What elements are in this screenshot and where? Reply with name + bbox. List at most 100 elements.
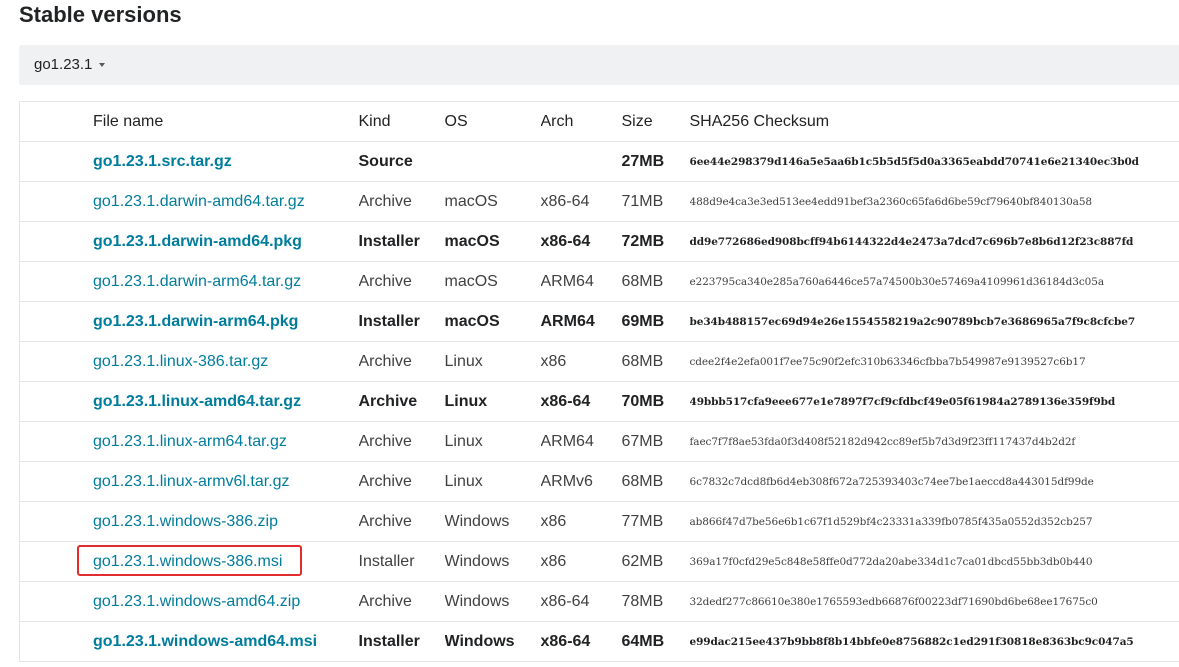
file-download-link[interactable]: go1.23.1.linux-arm64.tar.gz <box>93 433 287 450</box>
checksum-text: 488d9e4ca3e3ed513ee4edd91bef3a2360c65fa6… <box>689 195 1093 208</box>
version-label: go1.23.1 <box>34 56 93 73</box>
arch-cell: x86-64 <box>540 221 622 262</box>
checksum-text: faec7f7f8ae53fda0f3d408f52182d942cc89ef5… <box>689 435 1076 448</box>
size-cell: 67MB <box>621 421 690 462</box>
kind-text: Archive <box>358 512 412 530</box>
kind-cell: Archive <box>358 501 445 542</box>
kind-text: Installer <box>358 312 420 330</box>
size-text: 77MB <box>621 512 664 530</box>
kind-text: Archive <box>358 392 418 410</box>
os-cell: Windows <box>444 541 541 582</box>
size-cell: 62MB <box>621 541 690 582</box>
arch-text: x86 <box>540 512 567 530</box>
checksum-cell: be34b488157ec69d94e26e1554558219a2c90789… <box>689 301 1179 342</box>
size-text: 78MB <box>621 592 664 610</box>
checksum-cell: 32dedf277c86610e380e1765593edb66876f0022… <box>689 581 1179 622</box>
page-title: Stable versions <box>19 2 182 27</box>
table-row: go1.23.1.linux-armv6l.tar.gz Archive Linux… <box>19 461 1179 502</box>
os-text: Linux <box>444 352 483 370</box>
kind-text: Installer <box>358 232 420 250</box>
file-name-cell: go1.23.1.src.tar.gz <box>19 141 359 182</box>
checksum-text: 369a17f0cfd29e5c848e58ffe0d772da20abe334… <box>689 555 1093 568</box>
checksum-text: e99dac215ee437b9bb8f8b14bbfe0e8756882c1e… <box>689 635 1134 648</box>
os-cell: Linux <box>444 461 541 502</box>
version-toggle[interactable]: go1.23.1 <box>34 45 106 85</box>
os-cell: Windows <box>444 621 541 662</box>
table-row: go1.23.1.windows-amd64.msi Installer Windo… <box>19 621 1179 662</box>
file-download-link[interactable]: go1.23.1.src.tar.gz <box>93 153 232 170</box>
header-size: Size <box>621 101 690 142</box>
size-text: 68MB <box>621 472 664 490</box>
size-text: 62MB <box>621 552 664 570</box>
checksum-text: 6c7832c7dcd8fb6d4eb308f672a725393403c74e… <box>689 475 1094 488</box>
os-text: Linux <box>444 432 483 450</box>
size-cell: 77MB <box>621 501 690 542</box>
kind-cell: Installer <box>358 301 445 342</box>
file-name-cell: go1.23.1.darwin-amd64.pkg <box>19 221 359 262</box>
checksum-text: 49bbb517cfa9eee677e1e7897f7cf9cfdbcf49e0… <box>689 395 1116 408</box>
checksum-text: 6ee44e298379d146a5e5aa6b1c5b5d5f5d0a3365… <box>689 155 1140 168</box>
arch-text: ARMv6 <box>540 472 593 490</box>
kind-cell: Source <box>358 141 445 182</box>
checksum-cell: faec7f7f8ae53fda0f3d408f52182d942cc89ef5… <box>689 421 1179 462</box>
arch-cell: x86-64 <box>540 181 622 222</box>
size-cell: 71MB <box>621 181 690 222</box>
arch-cell: x86-64 <box>540 581 622 622</box>
size-text: 72MB <box>621 232 665 250</box>
file-download-link[interactable]: go1.23.1.windows-386.zip <box>93 513 278 530</box>
arch-cell <box>540 141 622 182</box>
checksum-text: dd9e772686ed908bcff94b6144322d4e2473a7dc… <box>689 235 1134 248</box>
table-row: go1.23.1.linux-arm64.tar.gz Archive Linux A… <box>19 421 1179 462</box>
file-name-cell: go1.23.1.windows-amd64.zip <box>19 581 359 622</box>
kind-cell: Archive <box>358 381 445 422</box>
size-text: 68MB <box>621 272 664 290</box>
table-row: go1.23.1.darwin-amd64.tar.gz Archive macOS… <box>19 181 1179 222</box>
file-download-link[interactable]: go1.23.1.linux-386.tar.gz <box>93 353 268 370</box>
os-cell: Windows <box>444 581 541 622</box>
table-row: go1.23.1.src.tar.gz Source 27MB 6ee44e29837… <box>19 141 1179 182</box>
size-cell: 70MB <box>621 381 690 422</box>
table-body: go1.23.1.src.tar.gz Source 27MB 6ee44e29837… <box>19 141 1179 662</box>
arch-text: x86 <box>540 552 567 570</box>
arch-text: x86-64 <box>540 632 591 650</box>
kind-cell: Archive <box>358 461 445 502</box>
size-text: 69MB <box>621 312 665 330</box>
arch-text: x86-64 <box>540 232 591 250</box>
arch-cell: ARMv6 <box>540 461 622 502</box>
version-bar: go1.23.1 <box>19 45 1179 85</box>
file-download-link[interactable]: go1.23.1.linux-amd64.tar.gz <box>93 393 301 410</box>
arch-text: ARM64 <box>540 432 594 450</box>
checksum-cell: 6ee44e298379d146a5e5aa6b1c5b5d5f5d0a3365… <box>689 141 1179 182</box>
file-name-cell: go1.23.1.linux-armv6l.tar.gz <box>19 461 359 502</box>
kind-text: Archive <box>358 592 412 610</box>
file-download-link[interactable]: go1.23.1.darwin-amd64.pkg <box>93 233 302 250</box>
arch-text: x86-64 <box>540 392 591 410</box>
table-row: go1.23.1.darwin-arm64.pkg Installer macOS A… <box>19 301 1179 342</box>
os-text: macOS <box>444 192 498 210</box>
file-download-link[interactable]: go1.23.1.darwin-arm64.tar.gz <box>93 273 301 290</box>
file-download-link[interactable]: go1.23.1.darwin-amd64.tar.gz <box>93 193 305 210</box>
file-download-link[interactable]: go1.23.1.darwin-arm64.pkg <box>93 313 298 330</box>
table-row: go1.23.1.windows-amd64.zip Archive Windows… <box>19 581 1179 622</box>
checksum-text: be34b488157ec69d94e26e1554558219a2c90789… <box>689 315 1136 328</box>
checksum-cell: ab866f47d7be56e6b1c67f1d529bf4c23331a339… <box>689 501 1179 542</box>
table-row: go1.23.1.darwin-amd64.pkg Installer macOS x… <box>19 221 1179 262</box>
kind-text: Archive <box>358 472 412 490</box>
checksum-text: cdee2f4e2efa001f7ee75c90f2efc310b63346cf… <box>689 355 1086 368</box>
os-cell: Windows <box>444 501 541 542</box>
file-name-cell: go1.23.1.darwin-amd64.tar.gz <box>19 181 359 222</box>
arch-cell: x86-64 <box>540 621 622 662</box>
size-cell: 68MB <box>621 461 690 502</box>
arch-text: ARM64 <box>540 312 595 330</box>
table-row: go1.23.1.windows-386.zip Archive Windows x8… <box>19 501 1179 542</box>
kind-cell: Archive <box>358 341 445 382</box>
arch-cell: x86 <box>540 541 622 582</box>
file-download-link[interactable]: go1.23.1.windows-386.msi <box>93 553 282 570</box>
checksum-cell: 6c7832c7dcd8fb6d4eb308f672a725393403c74e… <box>689 461 1179 502</box>
size-text: 68MB <box>621 352 664 370</box>
file-download-link[interactable]: go1.23.1.linux-armv6l.tar.gz <box>93 473 290 490</box>
file-name-cell: go1.23.1.linux-amd64.tar.gz <box>19 381 359 422</box>
file-download-link[interactable]: go1.23.1.windows-amd64.msi <box>93 633 317 650</box>
checksum-cell: e99dac215ee437b9bb8f8b14bbfe0e8756882c1e… <box>689 621 1179 662</box>
file-download-link[interactable]: go1.23.1.windows-amd64.zip <box>93 593 300 610</box>
